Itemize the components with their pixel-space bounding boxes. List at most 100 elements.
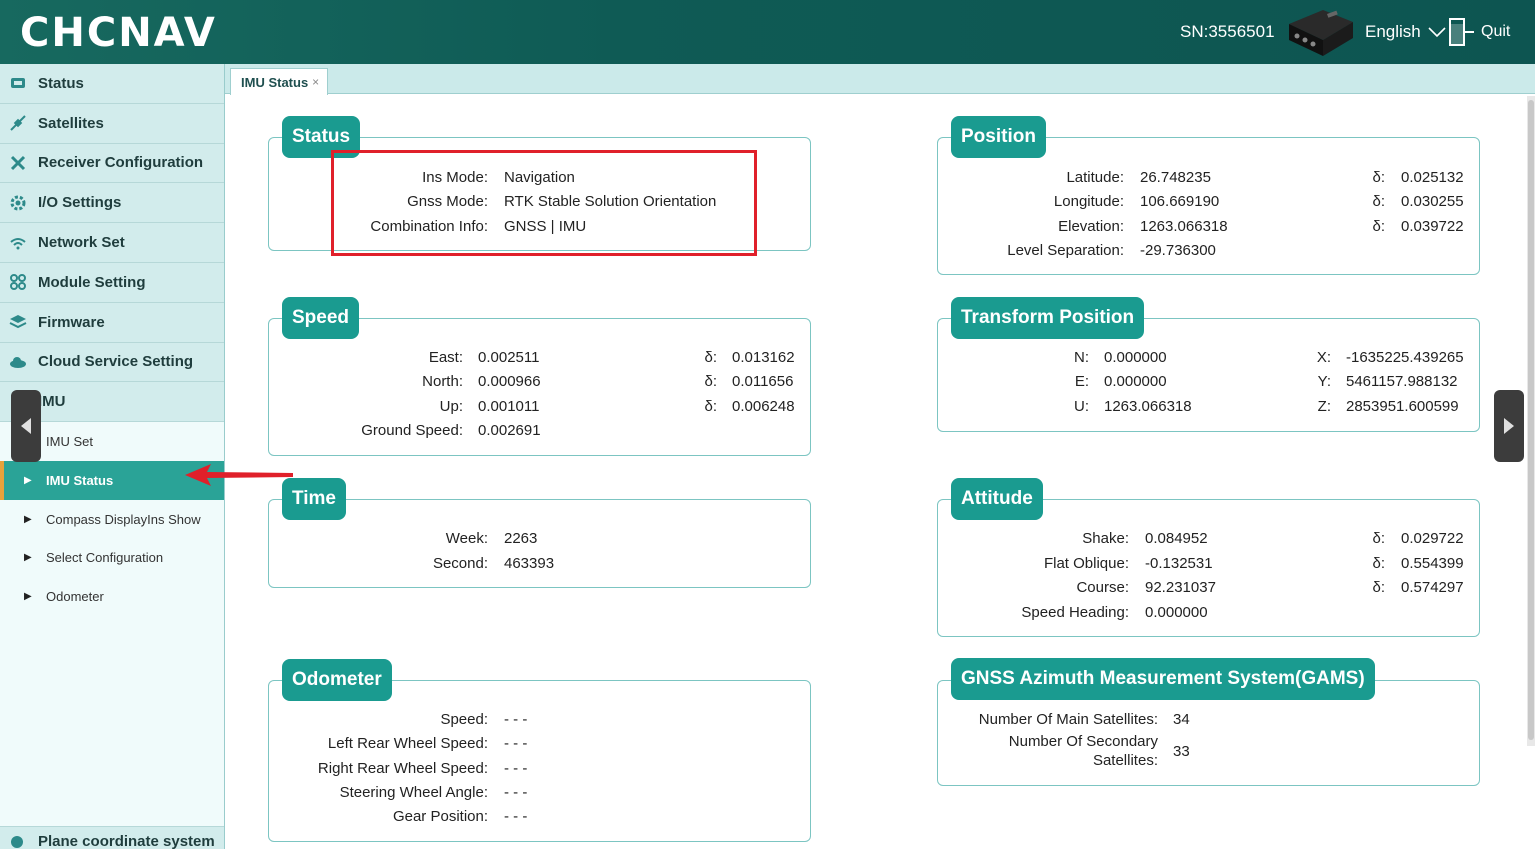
flat-oblique-value: -0.132531 — [1145, 555, 1213, 572]
longitude-delta: 0.030255 — [1401, 193, 1464, 210]
highlight-box — [331, 150, 757, 256]
sidebar-item-io-settings[interactable]: I/O Settings — [0, 183, 224, 224]
delta-label: δ: — [704, 349, 717, 366]
main-satellites-value: 34 — [1173, 711, 1190, 728]
tools-icon — [8, 153, 28, 173]
latitude-delta: 0.025132 — [1401, 169, 1464, 186]
speed-heading-label: Speed Heading: — [1021, 604, 1129, 621]
prev-page-button[interactable] — [11, 390, 41, 462]
next-page-button[interactable] — [1494, 390, 1524, 462]
sidebar-item-label: Plane coordinate system — [38, 833, 215, 849]
quit-button[interactable]: Quit — [1447, 16, 1510, 48]
sidebar-item-module-setting[interactable]: Module Setting — [0, 262, 224, 303]
sidebar-item-plane-coordinate[interactable]: Plane coordinate system — [0, 826, 224, 849]
quit-label: Quit — [1481, 23, 1511, 40]
logo: CHCNAV — [20, 10, 217, 56]
level-separation-label: Level Separation: — [1007, 242, 1124, 259]
close-icon[interactable]: × — [312, 75, 319, 89]
gams-panel-title: GNSS Azimuth Measurement System(GAMS) — [951, 658, 1375, 700]
left-rear-wheel-speed-label: Left Rear Wheel Speed: — [327, 735, 488, 752]
shake-value: 0.084952 — [1145, 530, 1208, 547]
sidebar-subitem-compass-display[interactable]: ▶ Compass DisplayIns Show — [0, 500, 224, 539]
secondary-satellites-label: Number Of Secondary — [1008, 733, 1158, 750]
sidebar-item-label: Status — [38, 74, 84, 92]
x-value: -1635225.439265 — [1346, 349, 1464, 366]
sidebar-item-status[interactable]: Status — [0, 64, 224, 104]
device-image-icon — [1289, 10, 1353, 56]
steering-wheel-angle-label: Steering Wheel Angle: — [339, 784, 488, 801]
sidebar-subitem-label: IMU Status — [46, 472, 114, 488]
e-value: 0.000000 — [1104, 373, 1167, 390]
logout-icon — [1449, 18, 1474, 46]
sidebar-item-firmware[interactable]: Firmware — [0, 302, 224, 343]
right-rear-wheel-speed-label: Right Rear Wheel Speed: — [317, 760, 488, 777]
flat-oblique-delta: 0.554399 — [1401, 555, 1464, 572]
arrow-left-icon — [21, 418, 31, 434]
delta-label: δ: — [704, 398, 717, 415]
north-delta: 0.011656 — [732, 373, 794, 390]
speed-heading-value: 0.000000 — [1145, 604, 1208, 621]
north-label: North: — [422, 373, 463, 390]
z-label: Z: — [1317, 398, 1331, 415]
status-icon — [8, 73, 28, 93]
shake-label: Shake: — [1082, 530, 1129, 547]
e-label: E: — [1074, 373, 1089, 390]
week-value: 2263 — [504, 530, 538, 547]
y-label: Y: — [1317, 373, 1331, 390]
sidebar-subitem-label: Compass DisplayIns Show — [46, 511, 201, 527]
arrow-right-icon — [1504, 418, 1514, 434]
layers-icon — [8, 312, 28, 332]
latitude-value: 26.748235 — [1140, 169, 1211, 186]
delta-label: δ: — [1372, 169, 1385, 186]
tab-imu-status[interactable]: IMU Status × — [230, 68, 329, 95]
level-separation-value: -29.736300 — [1140, 242, 1216, 259]
position-panel-title: Position — [951, 116, 1046, 158]
latitude-label: Latitude: — [1066, 169, 1124, 186]
sidebar-item-receiver-configuration[interactable]: Receiver Configuration — [0, 143, 224, 184]
sidebar-subitem-label: Odometer — [46, 589, 104, 605]
caret-right-icon: ▶ — [24, 513, 32, 525]
up-delta: 0.006248 — [732, 398, 795, 415]
north-value: 0.000966 — [478, 373, 541, 390]
delta-label: δ: — [1372, 579, 1385, 596]
y-value: 5461157.988132 — [1346, 373, 1458, 390]
sidebar-item-satellites[interactable]: Satellites — [0, 103, 224, 144]
course-label: Course: — [1076, 579, 1129, 596]
delta-label: δ: — [704, 373, 717, 390]
gear-icon — [8, 193, 28, 213]
coordinate-icon — [8, 833, 28, 849]
up-value: 0.001011 — [478, 398, 540, 415]
odometer-panel-title: Odometer — [282, 659, 392, 701]
n-label: N: — [1074, 349, 1089, 366]
serial-number: SN:3556501 — [1180, 22, 1275, 41]
ground-speed-label: Ground Speed: — [361, 422, 463, 439]
modules-icon — [8, 272, 28, 292]
east-delta: 0.013162 — [732, 349, 795, 366]
sidebar-item-label: IMU — [38, 393, 66, 411]
sidebar-subitem-select-configuration[interactable]: ▶ Select Configuration — [0, 539, 224, 578]
odometer-speed-value: - - - — [504, 711, 528, 728]
main-satellites-label: Number Of Main Satellites: — [978, 711, 1158, 728]
attitude-panel-title: Attitude — [951, 478, 1043, 520]
sidebar-item-label: Network Set — [38, 234, 125, 252]
longitude-label: Longitude: — [1053, 193, 1124, 210]
caret-right-icon: ▶ — [24, 591, 32, 603]
gear-position-value: - - - — [504, 808, 528, 825]
speed-panel-title: Speed — [282, 297, 360, 339]
language-select[interactable]: English — [1365, 22, 1447, 42]
scrollbar-thumb[interactable] — [1528, 100, 1534, 740]
sidebar-item-network-set[interactable]: Network Set — [0, 223, 224, 263]
x-label: X: — [1316, 349, 1331, 366]
sidebar-item-cloud-service[interactable]: Cloud Service Setting — [0, 342, 224, 383]
delta-label: δ: — [1372, 555, 1385, 572]
delta-label: δ: — [1372, 218, 1385, 235]
u-label: U: — [1074, 398, 1089, 415]
language-label: English — [1365, 22, 1421, 41]
sidebar-item-label: Module Setting — [38, 273, 146, 291]
ground-speed-value: 0.002691 — [478, 422, 541, 439]
course-delta: 0.574297 — [1401, 579, 1464, 596]
left-rear-wheel-speed-value: - - - — [504, 735, 528, 752]
sidebar-subitem-odometer[interactable]: ▶ Odometer — [0, 577, 224, 616]
vertical-scrollbar[interactable] — [1527, 96, 1535, 746]
up-label: Up: — [439, 398, 463, 415]
